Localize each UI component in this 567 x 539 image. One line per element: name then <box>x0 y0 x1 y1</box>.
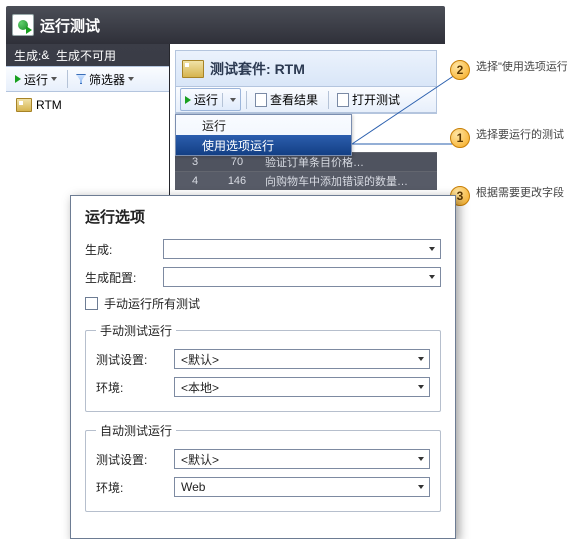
chevron-down-icon <box>429 275 435 279</box>
chevron-down-icon <box>128 77 134 81</box>
suite-header: 测试套件: RTM <box>176 51 436 87</box>
cell-index: 3 <box>175 156 215 168</box>
callout-badge-1: 1 <box>450 128 470 148</box>
manual-env-combo[interactable]: <本地> <box>174 377 430 397</box>
tree-item-rtm[interactable]: RTM <box>12 96 163 114</box>
manual-all-checkbox-row[interactable]: 手动运行所有测试 <box>85 295 441 312</box>
open-icon <box>337 93 349 107</box>
chevron-down-icon <box>418 457 424 461</box>
open-test-button[interactable]: 打开测试 <box>332 88 405 111</box>
sidebar-toolbar: 运行 筛选器 <box>6 66 169 92</box>
build-info: 生成:& 生成不可用 <box>6 44 169 66</box>
checkbox-icon[interactable] <box>85 297 98 310</box>
combo-value: <本地> <box>181 379 219 396</box>
manual-all-label: 手动运行所有测试 <box>104 295 200 312</box>
chevron-down-icon <box>418 357 424 361</box>
suite-toolbar: 运行 查看结果 打开测试 <box>176 87 436 113</box>
cell-title: 验证订单条目价格… <box>259 154 437 170</box>
build-config-combo[interactable] <box>163 267 441 287</box>
play-icon <box>15 75 21 83</box>
env-label: 环境: <box>96 479 174 496</box>
tree-item-label: RTM <box>36 98 62 112</box>
run-dropdown-menu: 运行 使用选项运行 <box>175 114 352 156</box>
separator <box>246 91 247 109</box>
separator <box>328 91 329 109</box>
build-value: 生成不可用 <box>56 47 116 64</box>
env-label: 环境: <box>96 379 174 396</box>
callout-text-2: 选择"使用选项运行" <box>476 60 567 74</box>
test-suite-panel: 测试套件: RTM 运行 查看结果 打开测试 <box>175 50 437 114</box>
auto-run-group: 自动测试运行 测试设置: <默认> 环境: Web <box>85 422 441 512</box>
cell-id: 146 <box>215 175 259 187</box>
menu-item-label: 使用选项运行 <box>202 137 274 154</box>
filter-icon <box>76 74 86 84</box>
cell-index: 4 <box>175 175 215 187</box>
callout-badge-2: 2 <box>450 60 470 80</box>
combo-value: <默认> <box>181 451 219 468</box>
view-results-label: 查看结果 <box>270 91 318 108</box>
menu-item-label: 运行 <box>202 117 226 134</box>
suite-icon <box>16 98 32 112</box>
window-header: 运行测试 <box>6 6 445 44</box>
callout-text-3: 根据需要更改字段 <box>476 186 567 200</box>
chevron-down-icon <box>429 247 435 251</box>
separator <box>222 93 223 107</box>
results-icon <box>255 93 267 107</box>
sidebar-run-label: 运行 <box>24 71 48 88</box>
settings-label: 测试设置: <box>96 351 174 368</box>
cell-id: 70 <box>215 156 259 168</box>
sidebar-run-button[interactable]: 运行 <box>10 68 62 91</box>
window-title: 运行测试 <box>40 15 100 36</box>
view-results-button[interactable]: 查看结果 <box>250 88 323 111</box>
cell-title: 向购物车中添加错误的数量… <box>259 173 437 189</box>
manual-run-group: 手动测试运行 测试设置: <默认> 环境: <本地> <box>85 322 441 412</box>
filter-button[interactable]: 筛选器 <box>71 68 139 91</box>
auto-settings-combo[interactable]: <默认> <box>174 449 430 469</box>
separator <box>67 70 68 88</box>
run-tests-icon <box>12 14 34 36</box>
chevron-down-icon <box>418 485 424 489</box>
sidebar: 生成:& 生成不可用 运行 筛选器 RTM <box>6 44 170 196</box>
test-grid: 3 70 验证订单条目价格… 4 146 向购物车中添加错误的数量… <box>175 152 437 190</box>
manual-group-legend: 手动测试运行 <box>96 322 176 339</box>
dialog-title: 运行选项 <box>85 206 441 227</box>
run-options-dialog: 运行选项 生成: 生成配置: 手动运行所有测试 手动测试运行 测试设置: <默认… <box>70 195 456 539</box>
play-icon <box>185 96 191 104</box>
suite-icon <box>182 60 204 78</box>
toolbar-run-button[interactable]: 运行 <box>180 88 241 111</box>
menu-item-run[interactable]: 运行 <box>176 115 351 135</box>
auto-env-combo[interactable]: Web <box>174 477 430 497</box>
suite-tree: RTM <box>6 92 169 196</box>
combo-value: <默认> <box>181 351 219 368</box>
auto-group-legend: 自动测试运行 <box>96 422 176 439</box>
settings-label: 测试设置: <box>96 451 174 468</box>
suite-name: RTM <box>275 61 305 77</box>
build-label: 生成: <box>14 47 41 64</box>
build-config-label: 生成配置: <box>85 269 163 286</box>
toolbar-run-label: 运行 <box>194 91 218 108</box>
chevron-down-icon <box>230 98 236 102</box>
filter-label: 筛选器 <box>89 71 125 88</box>
callout-text-1: 选择要运行的测试 <box>476 128 567 142</box>
combo-value: Web <box>181 480 205 494</box>
chevron-down-icon <box>51 77 57 81</box>
open-test-label: 打开测试 <box>352 91 400 108</box>
suite-prefix: 测试套件: <box>210 59 271 79</box>
table-row[interactable]: 4 146 向购物车中添加错误的数量… <box>175 171 437 190</box>
menu-item-run-with-options[interactable]: 使用选项运行 <box>176 135 351 155</box>
chevron-down-icon <box>418 385 424 389</box>
build-label: 生成: <box>85 241 163 258</box>
manual-settings-combo[interactable]: <默认> <box>174 349 430 369</box>
build-combo[interactable] <box>163 239 441 259</box>
